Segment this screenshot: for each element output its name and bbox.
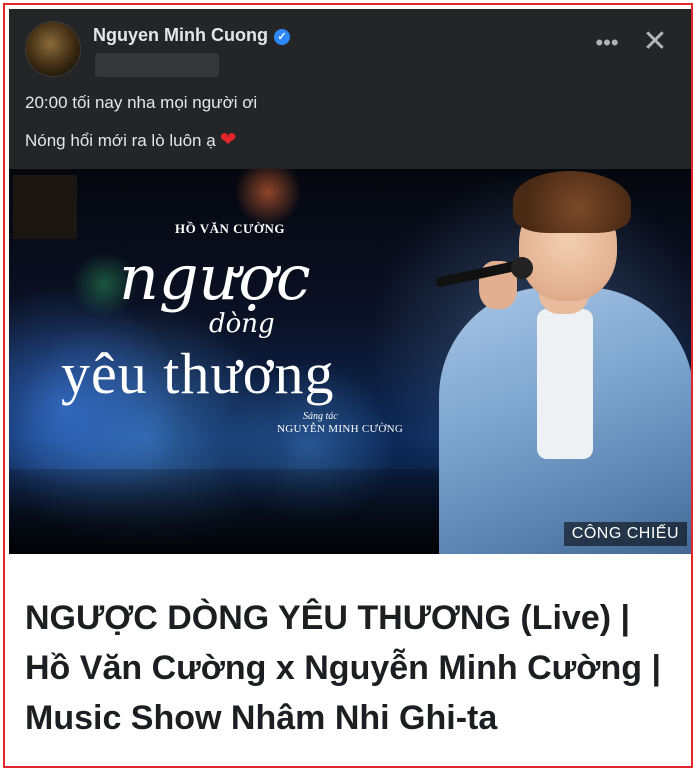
hair — [513, 171, 631, 233]
thumbnail-composer-label: Sáng tác — [303, 411, 338, 422]
premiere-badge: CÔNG CHIẾU — [563, 522, 687, 546]
author-name-row[interactable]: Nguyen Minh Cuong ✓ — [93, 25, 290, 46]
post-text-line-2-text: Nóng hổi mới ra lò luôn ạ — [25, 131, 216, 150]
thumbnail-title-line-1: ngược — [119, 241, 311, 314]
white-shirt — [537, 309, 593, 459]
post-text-line-2: Nóng hổi mới ra lò luôn ạ ❤ — [25, 127, 236, 152]
video-thumbnail[interactable]: HỒ VĂN CƯỜNG ngược dòng yêu thương Sáng … — [9, 169, 691, 554]
post-text-line-1: 20:00 tối nay nha mọi người ơi — [25, 93, 258, 112]
author-avatar[interactable] — [25, 21, 81, 77]
close-icon[interactable]: ✕ — [639, 27, 671, 59]
verified-badge-icon: ✓ — [273, 29, 290, 45]
thumbnail-title-line-2: dòng — [209, 309, 275, 339]
video-title-link[interactable]: NGƯỢC DÒNG YÊU THƯƠNG (Live) | Hồ Văn Cư… — [25, 593, 675, 743]
singer-photo — [419, 169, 691, 554]
screenshot-frame: Nguyen Minh Cuong ✓ ••• ✕ 20:00 tối nay n… — [3, 3, 693, 768]
post-header: Nguyen Minh Cuong ✓ ••• ✕ 20:00 tối nay n… — [9, 9, 691, 169]
post-meta-redacted — [95, 53, 219, 77]
microphone-head — [511, 257, 533, 279]
author-name[interactable]: Nguyen Minh Cuong — [93, 25, 268, 45]
heart-icon: ❤ — [219, 129, 237, 151]
more-options-icon[interactable]: ••• — [591, 29, 623, 61]
thumbnail-composer-name: NGUYỄN MINH CƯỜNG — [277, 423, 404, 435]
redacted-logo — [13, 175, 77, 239]
thumbnail-singer-name: HỒ VĂN CƯỜNG — [175, 221, 285, 236]
thumbnail-title-line-3: yêu thương — [61, 341, 335, 406]
